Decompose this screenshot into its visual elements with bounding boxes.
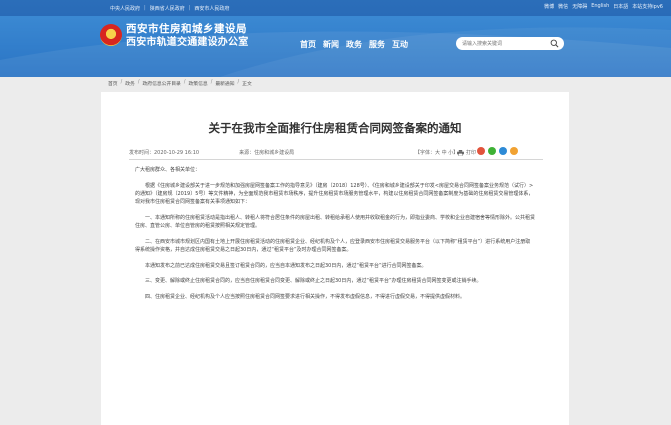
breadcrumb-separator: / [120,80,123,85]
site-header: 中央人民政府 | 陕西省人民政府 | 西安市人民政府 微博 微信 无障碍 Eng… [0,0,671,77]
nav-service[interactable]: 服务 [369,39,385,50]
breadcrumb-policy[interactable]: 政策信息 [188,80,207,87]
search-box [456,37,564,50]
article-title: 关于在我市全面推行住房租赁合同网签备案的通知 [208,121,462,135]
breadcrumb-separator: / [210,80,213,85]
breadcrumb-separator: / [137,80,140,85]
top-link-central[interactable]: 中央人民政府 [110,5,140,12]
nav-home[interactable]: 首页 [300,39,316,50]
english-link[interactable]: English [591,3,609,13]
breadcrumb-separator: / [183,80,186,85]
site-title-line2: 西安市轨道交通建设办公室 [126,37,249,48]
nav-news[interactable]: 新闻 [323,39,339,50]
font-size-control[interactable]: 【字体：大 中 小】 [415,149,458,156]
breadcrumb-separator: / [237,80,240,85]
main-nav: 首页 新闻 政务 服务 互动 [300,39,408,50]
breadcrumb-home[interactable]: 首页 [108,80,118,87]
share-buttons [477,147,518,155]
share-qq-icon[interactable] [499,147,507,155]
article-paragraph: 二、在西安市城市规划区内国有土地上开展住房租赁活动的住房租赁企业、经纪机构及个人… [135,238,531,253]
separator: | [188,5,191,11]
top-links: 中央人民政府 | 陕西省人民政府 | 西安市人民政府 [110,3,229,13]
article-paragraph: 根据《住房城乡建设部关于进一步规范和加强房屋网签备案工作的指导意见》（建房〔20… [135,182,534,206]
ipv6-label: 本站支持ipv6 [632,4,663,10]
printer-icon [457,149,464,156]
share-wechat-icon[interactable] [488,147,496,155]
nav-interaction[interactable]: 互动 [392,39,408,50]
publish-date: 发布时间：2020-10-29 16:10 [129,149,200,156]
site-title-line1: 西安市住房和城乡建设局 [126,23,247,35]
search-icon[interactable] [550,39,559,48]
article-source: 来源：住房和城乡建设局 [239,149,295,156]
japanese-link[interactable]: 日本語 [613,3,628,13]
print-label: 打印 [466,150,477,156]
site-title[interactable]: 西安市住房和城乡建设局 西安市轨道交通建设办公室 [126,23,248,49]
breadcrumb-latest[interactable]: 最新通知 [215,80,234,87]
article-paragraph: 广大租房群众、各相关单位： [135,167,201,173]
breadcrumb: 首页 / 政务 / 政府信息公开目录 / 政策信息 / 最新通知 / 正文 [108,80,252,87]
print-button[interactable]: 打印 [457,149,476,156]
top-tools: 微博 微信 无障碍 English 日本語 本站支持ipv6 [544,3,663,13]
top-link-province[interactable]: 陕西省人民政府 [150,5,185,12]
search-input[interactable] [462,38,554,49]
wechat-link[interactable]: 微信 [558,3,568,13]
breadcrumb-info-catalog[interactable]: 政府信息公开目录 [142,80,180,87]
accessibility-link[interactable]: 无障碍 [572,3,587,13]
breadcrumb-current: 正文 [242,82,252,87]
article-paragraph: 三、变更、解除或终止住房租赁合同的，应当自住房租赁合同变更、解除或终止之日起30… [145,278,482,285]
article-paragraph: 本通知发布之前已达成住房租赁交易且签订租赁合同的，应当自本通知发布之日起30日内… [145,262,427,269]
article-paragraph: 一、本通知所称的住房租赁活动是指出租人、转租人将符合居住条件的房屋出租、转租给承… [135,214,536,230]
top-link-city[interactable]: 西安市人民政府 [194,5,229,12]
breadcrumb-government[interactable]: 政务 [125,80,135,87]
article-paragraph: 四、住房租赁企业、经纪机构及个人应当按照住房租赁合同网签要求进行相关操作，不得发… [145,294,466,301]
article-meta: 发布时间：2020-10-29 16:10 来源：住房和城乡建设局 【字体：大 … [129,146,543,158]
article-panel: 关于在我市全面推行住房租赁合同网签备案的通知 发布时间：2020-10-29 1… [101,92,569,425]
divider [129,159,543,160]
nav-government[interactable]: 政务 [346,39,362,50]
separator: | [144,5,146,11]
share-qzone-icon[interactable] [510,147,518,155]
weibo-link[interactable]: 微博 [544,3,554,13]
article-body: 广大租房群众、各相关单位： 根据《住房城乡建设部关于进一步规范和加强房屋网签备案… [135,166,535,309]
national-emblem-icon [100,24,122,46]
share-weibo-icon[interactable] [477,147,485,155]
